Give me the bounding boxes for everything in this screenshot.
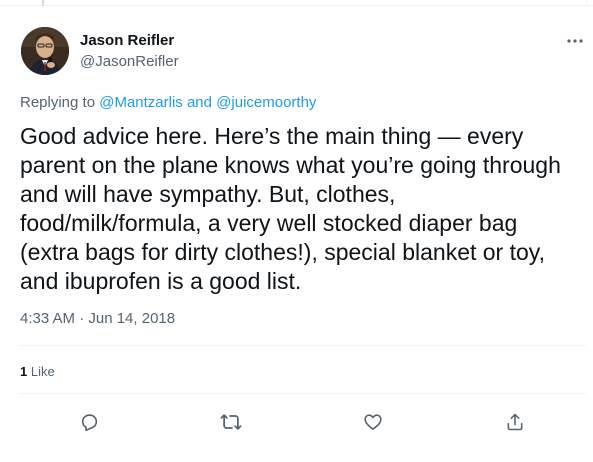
divider (20, 393, 586, 394)
scroll-edge (586, 0, 587, 6)
mention-link-juicemoorthy[interactable]: @juicemoorthy (216, 94, 316, 111)
retweet-button[interactable] (215, 406, 247, 438)
author-name[interactable]: Jason Reifler (80, 32, 174, 49)
more-options-button[interactable] (562, 28, 588, 54)
previous-tweet-edge (0, 0, 593, 6)
reply-button[interactable] (73, 406, 105, 438)
retweet-arrows-icon (220, 414, 242, 430)
thread-connector-line (42, 0, 44, 6)
avatar[interactable] (21, 27, 69, 75)
replying-and: and (182, 94, 217, 111)
more-dots-icon (567, 39, 583, 43)
likes-count: 1 (20, 364, 28, 379)
mention-link-mantzarlis[interactable]: @Mantzarlis (99, 94, 183, 111)
author-handle[interactable]: @JasonReifler (80, 53, 179, 70)
action-bar (0, 406, 593, 438)
share-button[interactable] (499, 406, 531, 438)
avatar-photo (21, 27, 69, 75)
share-upload-icon (507, 413, 523, 431)
replying-to-line: Replying to @Mantzarlis and @juicemoorth… (20, 94, 316, 111)
timestamp-link[interactable]: 4:33 AM · Jun 14, 2018 (20, 310, 175, 327)
heart-icon (364, 414, 382, 430)
replying-prefix: Replying to (20, 94, 100, 111)
tweet-text: Good advice here. Here’s the main thing … (20, 123, 561, 294)
likes-count-link[interactable]: 1 Like (20, 364, 55, 379)
like-button[interactable] (357, 406, 389, 438)
likes-label: Like (30, 364, 55, 379)
divider (20, 345, 586, 346)
reply-bubble-icon (81, 414, 98, 432)
